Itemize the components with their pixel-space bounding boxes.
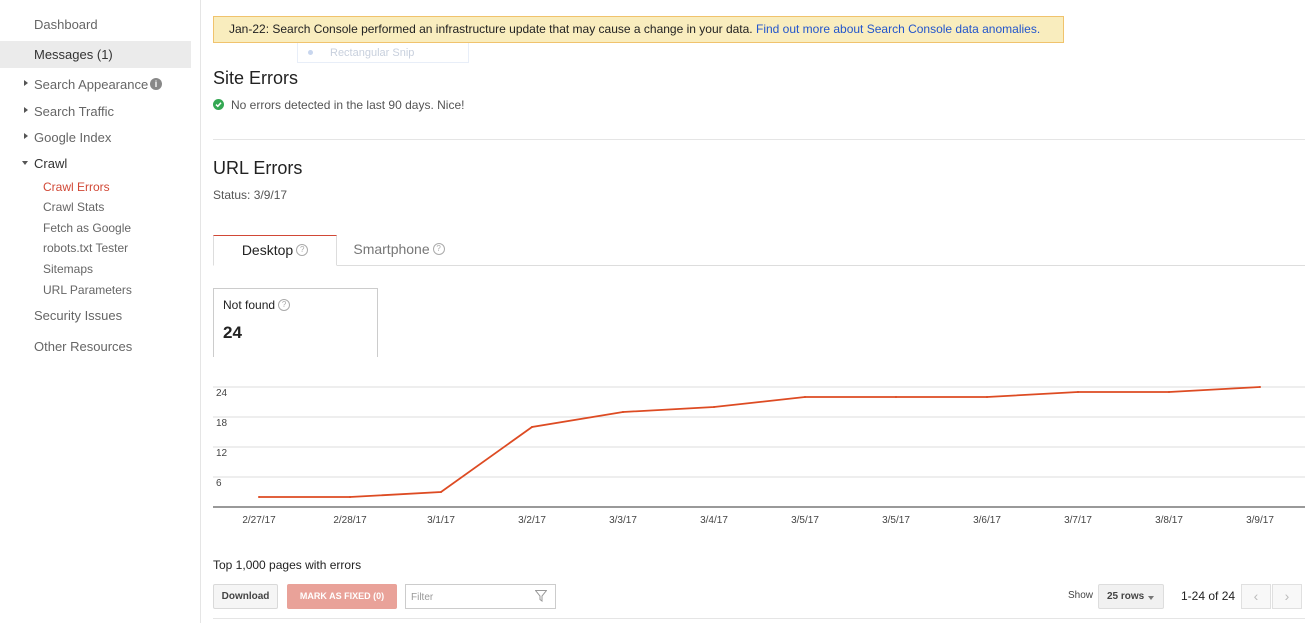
prev-page-button[interactable]: ‹	[1241, 584, 1271, 609]
x-tick-label: 2/28/17	[333, 515, 367, 526]
y-tick-label: 12	[216, 448, 228, 459]
nav-crawl[interactable]: Crawl	[34, 156, 67, 171]
tab-smartphone[interactable]: Smartphone?	[337, 235, 461, 266]
notice-text: Jan-22: Search Console performed an infr…	[229, 22, 753, 36]
nav-search-traffic[interactable]: Search Traffic	[34, 104, 114, 119]
x-tick-label: 2/27/17	[242, 515, 276, 526]
chevron-left-icon: ‹	[1253, 588, 1259, 604]
snip-dot-icon	[308, 50, 313, 55]
data-point	[1259, 386, 1261, 388]
nav-url-parameters[interactable]: URL Parameters	[43, 283, 132, 297]
site-errors-title: Site Errors	[213, 68, 299, 88]
help-icon[interactable]: ?	[432, 243, 445, 256]
snip-label: Rectangular Snip	[330, 47, 415, 59]
metric-not-found[interactable]: Not found? 24	[213, 288, 378, 357]
x-tick-label: 3/5/17	[791, 515, 819, 526]
chevron-down-icon	[1148, 596, 1154, 600]
nav-sitemaps[interactable]: Sitemaps	[43, 262, 93, 276]
data-point	[804, 396, 806, 398]
table-heading: Top 1,000 pages with errors	[213, 558, 362, 572]
nav-crawl-stats[interactable]: Crawl Stats	[43, 200, 104, 214]
nav-robots-tester[interactable]: robots.txt Tester	[43, 241, 128, 255]
x-tick-label: 3/1/17	[427, 515, 455, 526]
url-errors-title: URL Errors	[213, 158, 303, 178]
chevron-right-icon: ›	[1284, 588, 1290, 604]
x-tick-label: 3/7/17	[1064, 515, 1092, 526]
data-point	[349, 496, 351, 498]
y-tick-label: 6	[216, 478, 222, 489]
data-point	[986, 396, 988, 398]
data-point	[531, 426, 533, 428]
info-icon[interactable]: i	[150, 78, 162, 90]
x-tick-label: 3/4/17	[700, 515, 728, 526]
filter-input[interactable]	[409, 587, 533, 607]
nav-other-resources[interactable]: Other Resources	[34, 339, 132, 354]
mark-as-fixed-button[interactable]: MARK AS FIXED (0)	[287, 584, 397, 609]
x-tick-label: 3/8/17	[1155, 515, 1183, 526]
help-icon[interactable]: ?	[278, 298, 291, 311]
nav-security-issues[interactable]: Security Issues	[34, 308, 122, 323]
nav-fetch-as-google[interactable]: Fetch as Google	[43, 221, 131, 235]
anomaly-notice: Jan-22: Search Console performed an infr…	[213, 16, 1064, 43]
x-tick-label: 3/2/17	[518, 515, 546, 526]
data-point	[258, 496, 260, 498]
nav-google-index[interactable]: Google Index	[34, 130, 111, 145]
filter-icon[interactable]	[535, 590, 547, 602]
sidebar: Dashboard Messages (1) Search Appearance…	[0, 0, 201, 623]
metric-value: 24	[223, 323, 242, 342]
x-tick-label: 3/9/17	[1246, 515, 1274, 526]
nav-crawl-errors[interactable]: Crawl Errors	[43, 180, 110, 194]
pagination-range: 1-24 of 24	[1181, 589, 1236, 603]
data-point	[622, 411, 624, 413]
series-line	[259, 386, 1261, 498]
expand-arrow-icon[interactable]	[24, 80, 28, 86]
next-page-button[interactable]: ›	[1272, 584, 1302, 609]
data-point	[895, 396, 897, 398]
metric-label: Not found?	[223, 298, 291, 312]
check-icon	[213, 99, 224, 110]
help-icon[interactable]: ?	[296, 244, 309, 257]
rows-select-value: 25 rows	[1107, 591, 1145, 602]
expand-arrow-icon[interactable]	[24, 107, 28, 113]
show-label: Show	[1068, 590, 1094, 601]
url-errors-status: Status: 3/9/17	[213, 188, 288, 202]
y-tick-label: 18	[216, 418, 228, 429]
expand-arrow-icon[interactable]	[24, 133, 28, 139]
nav-messages[interactable]: Messages (1)	[0, 41, 191, 68]
divider	[213, 618, 1305, 619]
snip-overlay: Rectangular Snip	[297, 43, 469, 63]
divider	[213, 139, 1305, 140]
data-point	[440, 491, 442, 493]
data-point	[713, 406, 715, 408]
data-point	[1168, 391, 1170, 393]
tab-desktop[interactable]: Desktop?	[213, 235, 337, 266]
nav-messages-label: Messages (1)	[34, 47, 113, 62]
x-tick-label: 3/3/17	[609, 515, 637, 526]
tab-underline	[213, 265, 1305, 266]
tab-smartphone-label: Smartphone	[353, 241, 430, 257]
rows-per-page-select[interactable]: 25 rows	[1098, 584, 1164, 609]
nav-search-appearance[interactable]: Search Appearance	[34, 77, 148, 92]
filter-box	[405, 584, 556, 609]
download-button[interactable]: Download	[213, 584, 278, 609]
errors-chart: 6 12 18 24 2/27/17 2/28/17 3/1/17 3/2/17 3/3/17 3…	[213, 386, 1305, 526]
collapse-arrow-icon[interactable]	[22, 161, 28, 165]
x-tick-label: 3/6/17	[973, 515, 1001, 526]
data-point	[1077, 391, 1079, 393]
site-errors-status: No errors detected in the last 90 days. …	[231, 98, 465, 112]
nav-dashboard[interactable]: Dashboard	[34, 17, 98, 32]
notice-link[interactable]: Find out more about Search Console data …	[756, 22, 1040, 36]
tab-desktop-label: Desktop	[241, 242, 294, 258]
x-tick-label: 3/5/17	[882, 515, 910, 526]
y-tick-label: 24	[216, 388, 228, 399]
